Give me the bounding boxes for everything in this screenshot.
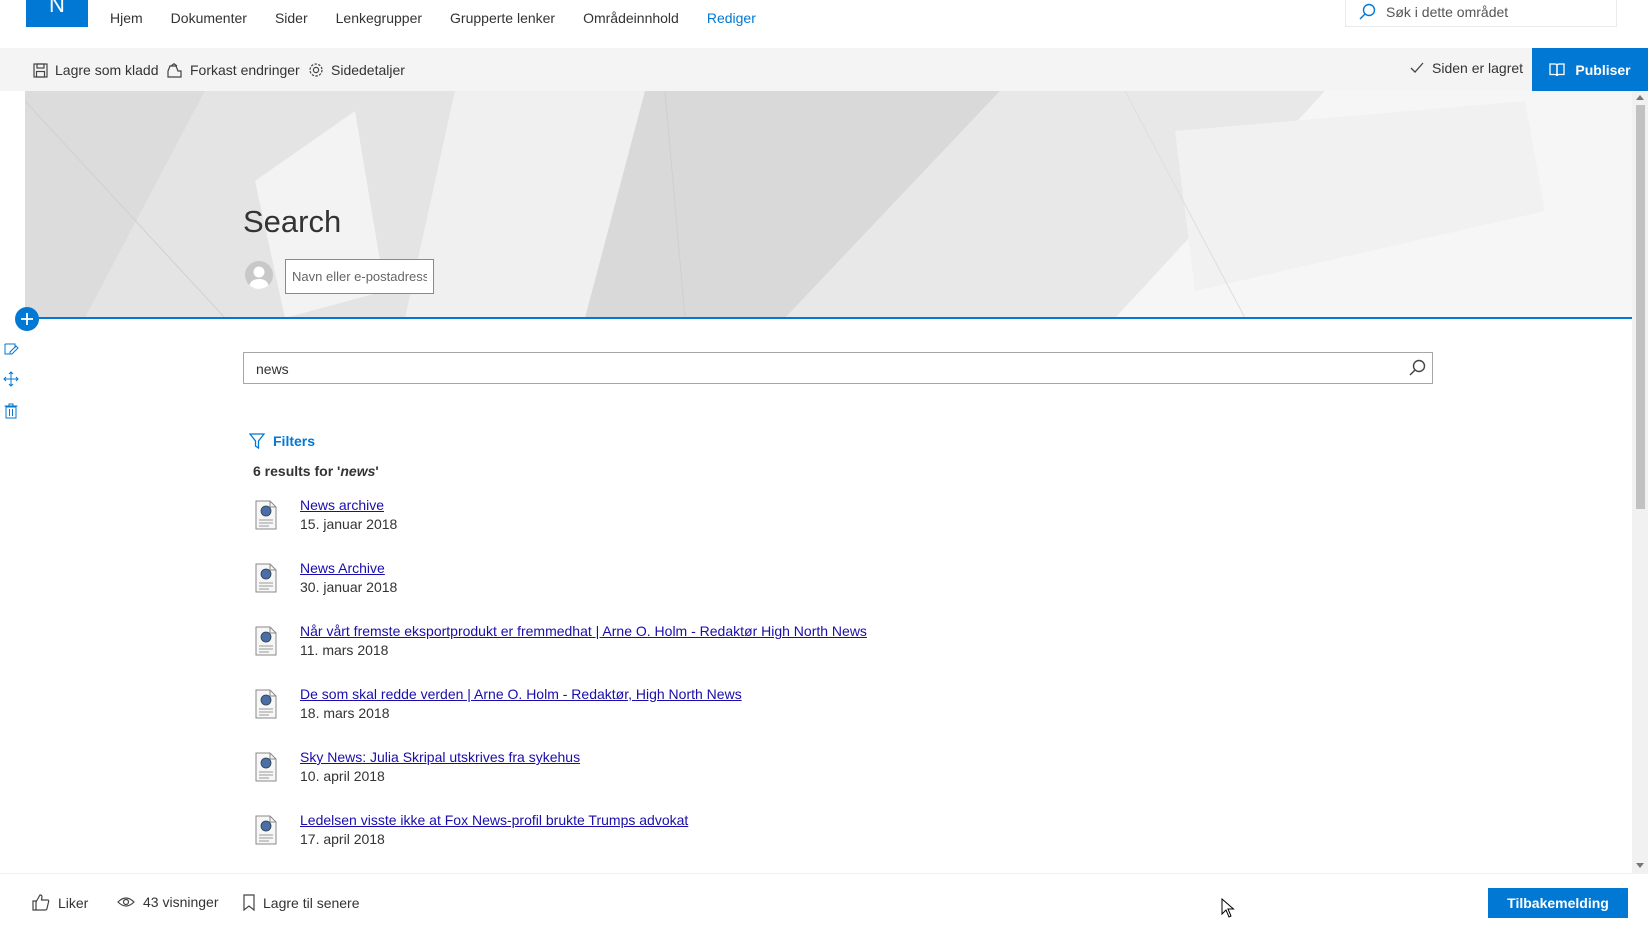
move-section-icon[interactable] xyxy=(3,371,19,387)
site-header: N Hjem Dokumenter Sider Lenkegrupper Gru… xyxy=(0,0,1648,48)
nav-item-lenkegrupper[interactable]: Lenkegrupper xyxy=(322,8,436,28)
author-avatar xyxy=(245,261,273,289)
result-title-link[interactable]: Ledelsen visste ikke at Fox News-profil … xyxy=(300,812,688,828)
web-page-icon xyxy=(255,752,277,782)
nav-item-rediger[interactable]: Rediger xyxy=(693,8,770,28)
nav-item-dokumenter[interactable]: Dokumenter xyxy=(157,8,261,28)
web-page-icon xyxy=(255,563,277,593)
discard-changes-label: Forkast endringer xyxy=(190,62,300,78)
result-date: 10. april 2018 xyxy=(300,768,385,784)
publish-button[interactable]: Publiser xyxy=(1532,48,1648,91)
nav-item-hjem[interactable]: Hjem xyxy=(110,8,157,28)
mouse-cursor-icon xyxy=(1221,898,1235,918)
results-count-suffix: ' xyxy=(375,463,379,479)
site-nav: Hjem Dokumenter Sider Lenkegrupper Grupp… xyxy=(110,8,770,28)
discard-changes-button[interactable]: Forkast endringer xyxy=(166,60,300,80)
publish-label: Publiser xyxy=(1575,61,1631,78)
save-for-later-label: Lagre til senere xyxy=(263,894,360,911)
web-page-icon xyxy=(255,500,277,530)
search-icon xyxy=(1359,3,1376,20)
site-logo[interactable]: N xyxy=(26,0,88,27)
command-bar: Lagre som kladd Forkast endringer Sidede… xyxy=(0,48,1648,91)
result-item: Når vårt fremste eksportprodukt er fremm… xyxy=(255,623,1155,686)
page-details-label: Sidedetaljer xyxy=(331,62,405,78)
result-title-link[interactable]: News archive xyxy=(300,497,384,513)
result-date: 18. mars 2018 xyxy=(300,705,390,721)
nav-item-grupperte-lenker[interactable]: Grupperte lenker xyxy=(436,8,569,28)
page-details-button[interactable]: Sidedetaljer xyxy=(308,60,405,80)
result-title-link[interactable]: De som skal redde verden | Arne O. Holm … xyxy=(300,686,742,702)
results-count-prefix: 6 results for ' xyxy=(253,463,341,479)
result-date: 15. januar 2018 xyxy=(300,516,398,532)
nav-item-omradeinnhold[interactable]: Områdeinnhold xyxy=(569,8,693,28)
eye-icon xyxy=(117,897,135,907)
filters-label: Filters xyxy=(273,433,316,449)
book-icon xyxy=(1549,62,1566,76)
section-divider xyxy=(25,317,1632,319)
bookmark-icon xyxy=(243,894,255,911)
checkmark-icon xyxy=(1410,62,1424,73)
site-search-input[interactable] xyxy=(1386,2,1606,22)
result-item: De som skal redde verden | Arne O. Holm … xyxy=(255,686,1155,749)
results-list: News archive 15. januar 2018 News Archiv… xyxy=(255,497,1155,873)
scroll-down-icon[interactable] xyxy=(1636,861,1644,869)
delete-section-icon[interactable] xyxy=(3,403,19,419)
gear-icon xyxy=(309,63,323,77)
result-date: 11. mars 2018 xyxy=(300,642,389,658)
discard-icon xyxy=(167,62,182,78)
like-button[interactable]: Liker xyxy=(32,894,88,911)
results-count-query: news xyxy=(340,463,376,479)
plus-icon xyxy=(21,313,33,325)
result-item: News archive 15. januar 2018 xyxy=(255,497,1155,560)
author-input[interactable] xyxy=(285,259,434,294)
search-icon[interactable] xyxy=(1408,359,1426,377)
save-for-later-button[interactable]: Lagre til senere xyxy=(243,894,360,911)
page-title[interactable]: Search xyxy=(243,204,341,240)
site-logo-letter: N xyxy=(49,0,65,17)
result-date: 17. april 2018 xyxy=(300,831,385,847)
page-canvas: Search Filters 6 results for 'news' News… xyxy=(25,91,1632,873)
save-status: Siden er lagret xyxy=(1410,60,1523,76)
result-item: Ledelsen visste ikke at Fox News-profil … xyxy=(255,812,1155,873)
save-draft-button[interactable]: Lagre som kladd xyxy=(33,60,159,80)
search-box[interactable] xyxy=(243,352,1433,384)
result-item: News Archive 30. januar 2018 xyxy=(255,560,1155,623)
feedback-button[interactable]: Tilbakemelding xyxy=(1488,888,1628,918)
result-title-link[interactable]: Sky News: Julia Skripal utskrives fra sy… xyxy=(300,749,580,765)
views-label: 43 visninger xyxy=(143,894,219,910)
results-count: 6 results for 'news' xyxy=(253,463,379,479)
filter-icon xyxy=(249,433,265,449)
edit-section-icon[interactable] xyxy=(3,341,19,357)
vertical-scrollbar[interactable] xyxy=(1632,91,1648,873)
scrollbar-thumb[interactable] xyxy=(1636,105,1645,509)
views-count: 43 visninger xyxy=(117,894,219,910)
page-footer: Liker 43 visninger Lagre til senere Tilb… xyxy=(0,873,1648,928)
nav-item-sider[interactable]: Sider xyxy=(261,8,322,28)
like-label: Liker xyxy=(58,894,89,911)
scroll-up-icon[interactable] xyxy=(1636,94,1644,102)
save-draft-label: Lagre som kladd xyxy=(55,62,159,78)
web-page-icon xyxy=(255,626,277,656)
search-input[interactable] xyxy=(256,359,1356,379)
title-region: Search xyxy=(25,91,1632,318)
web-page-icon xyxy=(255,689,277,719)
filters-button[interactable]: Filters xyxy=(249,433,315,449)
add-section-button[interactable] xyxy=(15,307,39,331)
web-page-icon xyxy=(255,815,277,845)
result-date: 30. januar 2018 xyxy=(300,579,398,595)
result-title-link[interactable]: Når vårt fremste eksportprodukt er fremm… xyxy=(300,623,867,639)
result-title-link[interactable]: News Archive xyxy=(300,560,385,576)
result-item: Sky News: Julia Skripal utskrives fra sy… xyxy=(255,749,1155,812)
person-icon xyxy=(249,266,269,289)
save-status-label: Siden er lagret xyxy=(1432,60,1524,76)
thumbs-up-icon xyxy=(32,894,50,911)
site-search-box[interactable] xyxy=(1345,0,1617,27)
save-icon xyxy=(33,62,48,78)
